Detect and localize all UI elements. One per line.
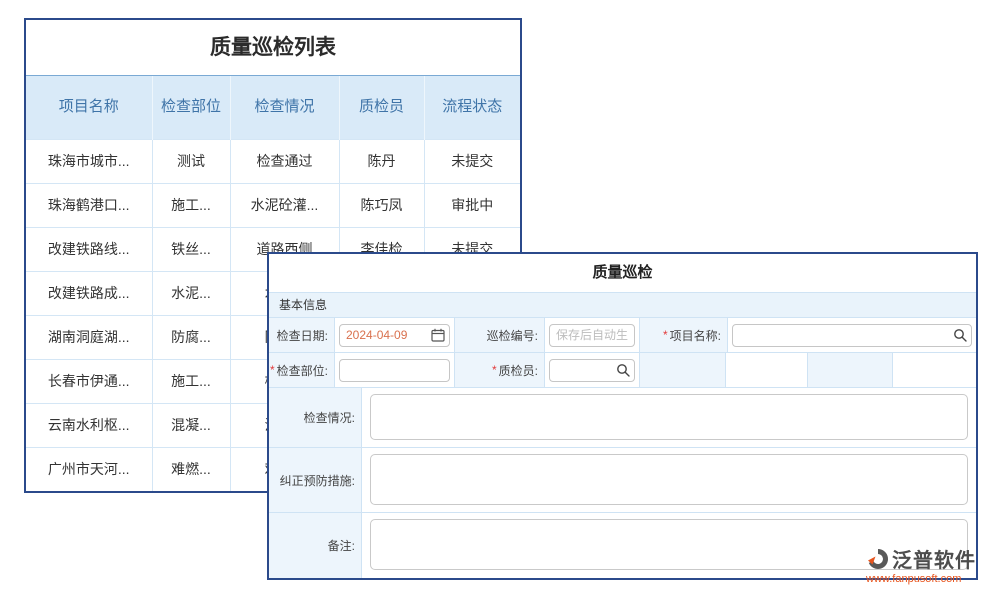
part-cell: 施工... — [152, 359, 230, 403]
fanpu-logo-icon — [866, 547, 890, 571]
table-row: 珠海鹤港口... 施工... 水泥砼灌... 陈巧凤 审批中 — [26, 183, 520, 227]
dialog-title: 质量巡检 — [269, 254, 976, 292]
inspection-part-input[interactable] — [339, 359, 450, 382]
date-cell — [335, 318, 455, 352]
part-cell: 防腐... — [152, 315, 230, 359]
form-row-1: 检查日期: 巡检编号: — [269, 318, 976, 353]
form-row-measures: 纠正预防措施: — [269, 448, 976, 513]
inspector-cell-input — [545, 353, 640, 387]
required-mark: * — [270, 363, 275, 377]
flow-status-cell: 审批中 — [424, 183, 520, 227]
calendar-icon[interactable] — [431, 328, 445, 342]
situation-cell — [362, 388, 976, 447]
situation-label: 检查情况: — [269, 388, 362, 447]
quality-inspection-dialog: 质量巡检 基本信息 检查日期: 巡检编号: — [267, 252, 978, 580]
column-header-project: 项目名称 — [26, 76, 152, 139]
part-cell-input — [335, 353, 455, 387]
project-name-cell[interactable]: 云南水利枢... — [26, 403, 152, 447]
table-row: 珠海市城市... 测试 检查通过 陈丹 未提交 — [26, 139, 520, 183]
date-label: 检查日期: — [269, 318, 335, 352]
empty-value-cell — [893, 353, 976, 387]
project-name-cell[interactable]: 改建铁路线... — [26, 227, 152, 271]
required-mark: * — [492, 363, 497, 377]
project-name-input[interactable] — [732, 324, 972, 347]
inspector-cell[interactable]: 陈丹 — [339, 139, 424, 183]
patrol-code-input[interactable] — [549, 324, 635, 347]
brand-watermark: 泛普软件 www.fanpusoft.com — [866, 544, 992, 585]
project-name-cell[interactable]: 珠海市城市... — [26, 139, 152, 183]
project-name-cell[interactable]: 改建铁路成... — [26, 271, 152, 315]
project-name-cell[interactable]: 广州市天河... — [26, 447, 152, 491]
measures-cell — [362, 448, 976, 512]
measures-label: 纠正预防措施: — [269, 448, 362, 512]
status-cell: 水泥砼灌... — [230, 183, 339, 227]
part-label: * 检查部位: — [269, 353, 335, 387]
column-header-inspector: 质检员 — [339, 76, 424, 139]
section-basic-info: 基本信息 — [269, 292, 976, 318]
part-cell: 测试 — [152, 139, 230, 183]
situation-textarea[interactable] — [370, 394, 968, 440]
header-row: 项目名称 检查部位 检查情况 质检员 流程状态 — [26, 76, 520, 139]
column-header-flow: 流程状态 — [424, 76, 520, 139]
column-header-status: 检查情况 — [230, 76, 339, 139]
project-name-cell[interactable]: 长春市伊通... — [26, 359, 152, 403]
project-name-cell[interactable]: 湖南洞庭湖... — [26, 315, 152, 359]
part-cell: 施工... — [152, 183, 230, 227]
form-row-2: * 检查部位: * 质检员: — [269, 353, 976, 388]
brand-logo-text: 泛普软件 — [892, 544, 976, 573]
project-cell — [728, 318, 976, 352]
code-label: 巡检编号: — [455, 318, 545, 352]
required-mark: * — [663, 328, 668, 342]
project-label: * 项目名称: — [640, 318, 728, 352]
empty-value-cell — [726, 353, 808, 387]
code-cell — [545, 318, 640, 352]
part-cell: 混凝... — [152, 403, 230, 447]
part-cell: 难燃... — [152, 447, 230, 491]
form-row-situation: 检查情况: — [269, 388, 976, 448]
empty-label-cell — [808, 353, 893, 387]
inspector-label: * 质检员: — [455, 353, 545, 387]
part-cell: 铁丝... — [152, 227, 230, 271]
part-cell: 水泥... — [152, 271, 230, 315]
list-title: 质量巡检列表 — [26, 20, 520, 76]
measures-textarea[interactable] — [370, 454, 968, 505]
flow-status-cell: 未提交 — [424, 139, 520, 183]
search-icon[interactable] — [616, 363, 630, 377]
inspector-cell[interactable]: 陈巧凤 — [339, 183, 424, 227]
page: 质量巡检列表 项目名称 检查部位 检查情况 质检员 流程状态 珠海市城市... … — [0, 0, 1000, 600]
column-header-part: 检查部位 — [152, 76, 230, 139]
project-name-cell[interactable]: 珠海鹤港口... — [26, 183, 152, 227]
status-cell: 检查通过 — [230, 139, 339, 183]
remark-label: 备注: — [269, 513, 362, 578]
search-icon[interactable] — [953, 328, 967, 342]
empty-label-cell — [640, 353, 726, 387]
brand-url: www.fanpusoft.com — [866, 573, 992, 585]
